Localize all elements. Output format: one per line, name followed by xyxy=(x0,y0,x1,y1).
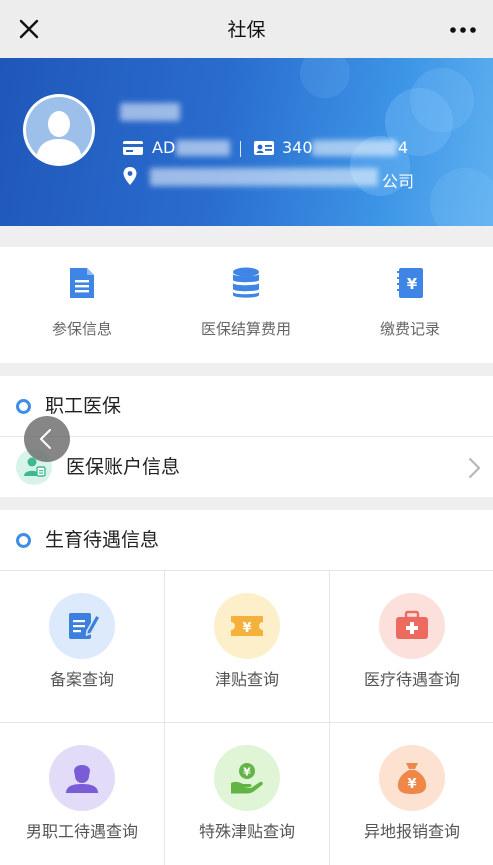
special-allowance-query-button[interactable]: ¥ 特殊津贴查询 xyxy=(165,723,329,865)
id-card-icon xyxy=(254,141,274,155)
medical-benefit-icon-bg xyxy=(379,593,445,659)
filing-query-icon-bg xyxy=(49,593,115,659)
separator xyxy=(240,141,241,157)
profile-banner: AD 340 4 公司 xyxy=(0,58,493,226)
male-employee-query-button[interactable]: 男职工待遇查询 xyxy=(0,723,164,865)
page-title: 社保 xyxy=(227,19,266,41)
allowance-query-label: 津贴查询 xyxy=(214,670,279,689)
medical-account-row[interactable]: 医保账户信息 xyxy=(0,437,493,497)
svg-text:¥: ¥ xyxy=(242,621,251,636)
special-allowance-icon-bg: ¥ xyxy=(214,745,280,811)
svg-text:¥: ¥ xyxy=(407,275,418,293)
insured-info-label: 参保信息 xyxy=(51,320,112,338)
section-dot-icon xyxy=(16,533,31,548)
remote-reimbursement-query-button[interactable]: ¥ 异地报销查询 xyxy=(330,723,493,865)
special-allowance-label: 特殊津贴查询 xyxy=(198,822,295,841)
chevron-right-icon xyxy=(469,458,480,478)
employee-medical-header: 职工医保 xyxy=(0,376,493,436)
medical-account-label: 医保账户信息 xyxy=(66,456,181,478)
maternity-header: 生育待遇信息 xyxy=(0,510,493,570)
company-suffix: 公司 xyxy=(382,172,415,191)
svg-text:¥: ¥ xyxy=(243,766,251,779)
more-button[interactable] xyxy=(447,17,479,43)
medical-benefit-query-button[interactable]: 医疗待遇查询 xyxy=(330,571,493,722)
remote-reimbursement-label: 异地报销查询 xyxy=(363,822,460,841)
payment-records-button[interactable]: ¥ 缴费记录 xyxy=(328,247,492,363)
section-dot-icon xyxy=(16,399,31,414)
allowance-query-button[interactable]: ¥ 津贴查询 xyxy=(165,571,329,722)
insured-info-button[interactable]: 参保信息 xyxy=(0,247,164,363)
male-user-icon xyxy=(66,765,98,793)
settlement-fees-label: 医保结算费用 xyxy=(200,320,291,338)
location-pin-icon xyxy=(123,167,137,185)
maternity-title: 生育待遇信息 xyxy=(45,529,160,551)
male-employee-icon-bg xyxy=(49,745,115,811)
idcard-prefix: 340 xyxy=(282,138,313,157)
money-bag-icon: ¥ xyxy=(397,763,427,794)
decor-bubble xyxy=(410,68,474,132)
idcard-suffix: 4 xyxy=(398,138,409,157)
document-icon xyxy=(70,268,94,298)
close-icon xyxy=(19,19,39,39)
decor-bubble xyxy=(430,168,493,226)
medical-kit-icon xyxy=(396,610,428,639)
default-user-icon xyxy=(36,111,82,163)
nav-bar: 社保 xyxy=(0,0,493,58)
avatar[interactable] xyxy=(23,94,95,166)
close-button[interactable] xyxy=(14,14,44,44)
settlement-fees-button[interactable]: 医保结算费用 xyxy=(164,247,328,363)
database-icon xyxy=(233,267,259,298)
chevron-left-icon xyxy=(40,429,51,449)
employee-medical-card: 职工医保 医保账户信息 xyxy=(0,376,493,497)
card-icon xyxy=(123,141,143,155)
idcard-blurred xyxy=(312,140,397,156)
user-name-blurred xyxy=(120,103,180,121)
member-id-prefix: AD xyxy=(152,138,176,157)
quick-actions: 参保信息 医保结算费用 ¥ 缴费记录 xyxy=(0,247,493,363)
company-blurred xyxy=(150,168,378,186)
edit-form-icon xyxy=(69,613,102,639)
male-employee-label: 男职工待遇查询 xyxy=(25,822,138,841)
filing-query-label: 备案查询 xyxy=(49,670,114,689)
remote-reimbursement-icon-bg: ¥ xyxy=(379,745,445,811)
allowance-query-icon-bg: ¥ xyxy=(214,593,280,659)
more-dots-icon xyxy=(450,27,476,33)
svg-text:¥: ¥ xyxy=(407,777,416,792)
floating-back-button[interactable] xyxy=(24,416,70,462)
receipt-yuan-icon: ¥ xyxy=(397,268,423,298)
hand-coin-icon: ¥ xyxy=(231,763,263,794)
ticket-yuan-icon: ¥ xyxy=(231,616,263,636)
maternity-card: 生育待遇信息 备案查询 ¥ 津贴查询 医疗待遇查询 男职工待遇查询 ¥ 特殊津贴… xyxy=(0,510,493,865)
payment-records-label: 缴费记录 xyxy=(379,320,440,338)
medical-benefit-label: 医疗待遇查询 xyxy=(363,670,460,689)
member-id-blurred xyxy=(176,140,230,156)
decor-bubble xyxy=(300,58,350,98)
filing-query-button[interactable]: 备案查询 xyxy=(0,571,164,722)
